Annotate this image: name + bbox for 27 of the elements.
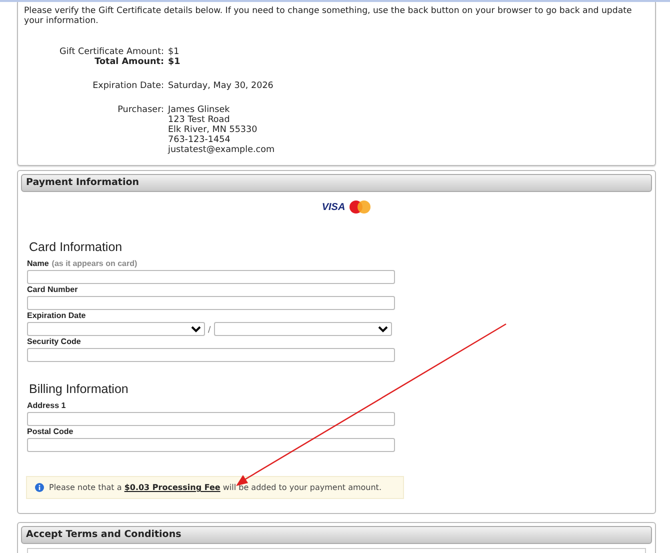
field-label: Card Number: [27, 284, 78, 296]
field-hint: (as it appears on card): [52, 258, 138, 270]
card-logo: VISA: [322, 202, 346, 212]
section-header: Accept Terms and Conditions: [21, 526, 652, 544]
summary-value: 123 Test Road: [168, 115, 231, 125]
summary-value: James Glinsek: [168, 105, 231, 115]
summary-label: Purchaser:: [118, 105, 164, 117]
field-label: Expiration Date: [27, 310, 86, 322]
summary-label: Gift Certificate Amount:: [60, 47, 164, 57]
form-heading: Card Information: [28, 240, 124, 254]
separator-text: /: [208, 324, 211, 334]
summary-value: Saturday, May 30, 2026: [168, 81, 274, 91]
summary-label: Expiration Date:: [92, 81, 164, 91]
field-label: Postal Code: [27, 426, 74, 438]
form-heading: Billing Information: [28, 382, 130, 396]
intro-text: Please verify the Gift Certificate details below. If you need to change something, use the back button on your browser to go back and update your information.: [24, 6, 633, 26]
summary-value: justatest@example.com: [168, 145, 276, 155]
field-label: Address 1: [27, 400, 66, 412]
field-label: Name: [27, 258, 49, 270]
section-header: Payment Information: [21, 174, 652, 192]
summary-value: Elk River, MN 55330: [168, 125, 258, 135]
summary-value: $1: [168, 57, 182, 67]
summary-value: $1: [168, 47, 180, 57]
field-label: Security Code: [27, 336, 81, 348]
summary-label: Total Amount:: [94, 57, 164, 67]
notice-text: Please note that a $0.03 Processing Fee will be added to your payment amount.: [49, 483, 382, 492]
summary-value: 763-123-1454: [168, 135, 232, 145]
